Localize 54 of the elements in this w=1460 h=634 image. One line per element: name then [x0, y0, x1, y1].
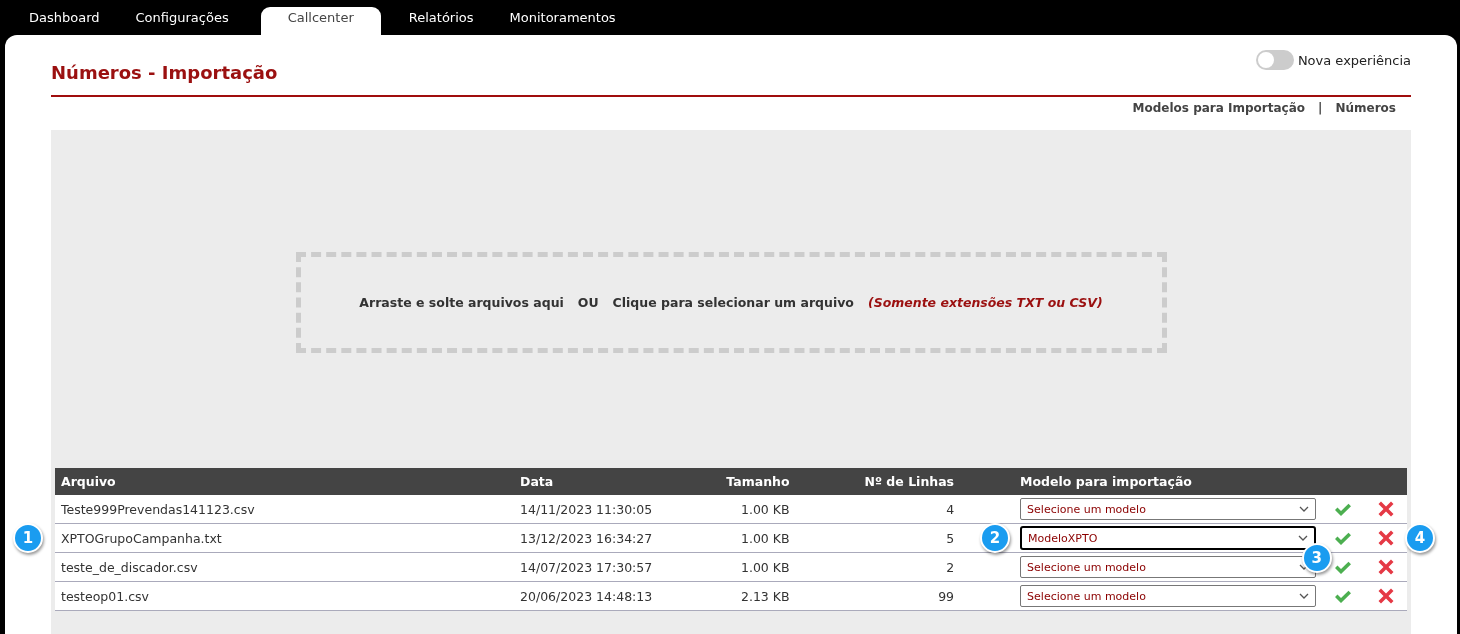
- table-cell: Teste999Prevendas141123.csv: [61, 501, 255, 517]
- table-cell: 13/12/2023 16:34:27: [520, 530, 653, 546]
- check-icon[interactable]: [1333, 502, 1352, 517]
- table-cell: 14/07/2023 17:30:57: [520, 559, 653, 575]
- step-badge: 1: [13, 523, 43, 553]
- drop-instruction: Arraste e solte arquivos aqui: [359, 295, 564, 310]
- delete-icon[interactable]: [1377, 501, 1394, 518]
- column-header: Nº de Linhas: [864, 474, 955, 489]
- table-cell: testeop01.csv: [61, 588, 149, 604]
- table-cell: teste_de_discador.csv: [61, 559, 198, 575]
- check-icon[interactable]: [1333, 560, 1352, 575]
- nav-tab[interactable]: Monitoramentos: [491, 7, 634, 35]
- caret-icon: [1297, 535, 1308, 541]
- delete-icon[interactable]: [1377, 530, 1394, 547]
- nav-link[interactable]: Números: [1335, 101, 1396, 130]
- column-header: Data: [520, 474, 554, 489]
- table-cell: 20/06/2023 14:48:13: [520, 588, 653, 604]
- table-cell: 1.00 KB: [741, 530, 790, 546]
- model-dropdown[interactable]: Selecione um modelo: [1020, 498, 1316, 520]
- table-cell: 1.00 KB: [741, 559, 790, 575]
- extension-note: (Somente extensões TXT ou CSV): [867, 295, 1103, 310]
- step-badge: 4: [1405, 523, 1435, 553]
- delete-icon[interactable]: [1377, 559, 1394, 576]
- column-header: Modelo para importação: [1020, 474, 1192, 489]
- table-cell: 99: [938, 588, 955, 604]
- toggle-label: Nova experiência: [1297, 52, 1411, 68]
- table-cell: 1.00 KB: [741, 501, 790, 517]
- column-header: Arquivo: [61, 474, 116, 489]
- file-drop-zone[interactable]: Arraste e solte arquivos aqui OU Clique para selecionar um arquivo (Somente extensões TXT ou CSV): [295, 252, 1167, 353]
- caret-icon: [1298, 593, 1309, 599]
- check-icon[interactable]: [1333, 589, 1352, 604]
- or-label: OU: [577, 295, 599, 310]
- table-cell: 4: [946, 501, 955, 517]
- table-cell: XPTOGrupoCampanha.txt: [61, 530, 222, 546]
- caret-icon: [1298, 506, 1309, 512]
- link-separator: |: [1318, 101, 1323, 117]
- table-cell: 14/11/2023 11:30:05: [520, 501, 653, 517]
- table-cell: 2.13 KB: [741, 588, 790, 604]
- model-dropdown[interactable]: ModeloXPTO: [1020, 526, 1316, 550]
- nav-tab[interactable]: Relatórios: [390, 7, 492, 35]
- table-cell: 2: [946, 559, 955, 575]
- model-dropdown[interactable]: Selecione um modelo: [1020, 585, 1316, 607]
- nav-tab[interactable]: Dashboard: [11, 7, 118, 35]
- nav-link[interactable]: Modelos para Importação: [1132, 101, 1306, 130]
- page-title: Números - Importação: [51, 61, 278, 83]
- column-header: Tamanho: [726, 474, 790, 489]
- nav-tab[interactable]: Callcenter: [260, 7, 381, 35]
- nav-tab[interactable]: Configurações: [117, 7, 247, 35]
- step-badge: 2: [980, 523, 1011, 553]
- delete-icon[interactable]: [1377, 588, 1394, 605]
- select-file-link[interactable]: Clique para selecionar um arquivo: [612, 295, 854, 310]
- table-cell: 5: [946, 530, 955, 546]
- check-icon[interactable]: [1333, 531, 1352, 546]
- toggle-switch[interactable]: [1255, 50, 1294, 70]
